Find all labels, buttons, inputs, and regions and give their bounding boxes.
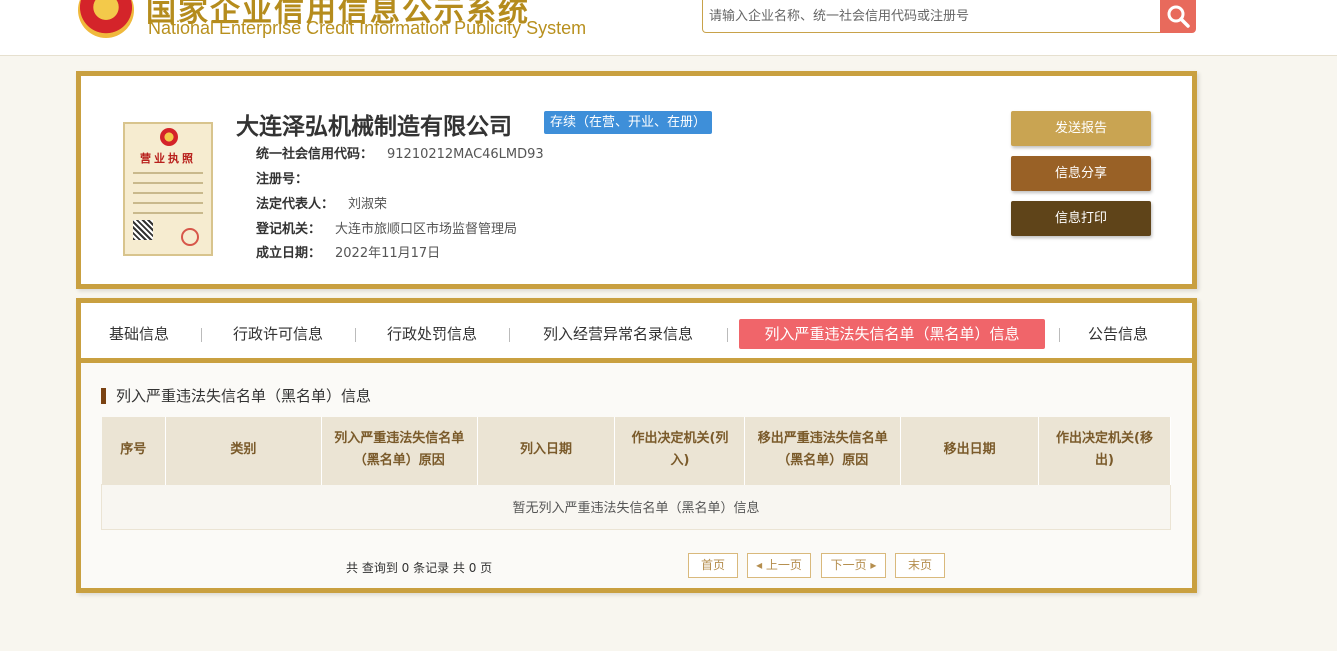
tab-bar: 基础信息 行政许可信息 行政处罚信息 列入经营异常名录信息 列入严重违法失信名单… [81, 303, 1192, 363]
tab-separator [727, 328, 728, 342]
seal-icon [181, 228, 199, 246]
pager-summary: 共 查询到 0 条记录 共 0 页 [346, 561, 493, 575]
license-title: 营业执照 [140, 152, 196, 165]
tab-separator [201, 328, 202, 342]
business-license-image[interactable]: 营业执照 [123, 122, 213, 256]
info-row-credit-code: 统一社会信用代码： 91210212MAC46LMD93 [256, 143, 544, 162]
status-badge: 存续（在营、开业、在册） [544, 111, 713, 134]
info-label: 成立日期： [256, 246, 322, 261]
tab-admin-license[interactable]: 行政许可信息 [229, 319, 327, 349]
prev-page-button[interactable]: ◂ 上一页 [747, 553, 811, 578]
section-title: 列入严重违法失信名单（黑名单）信息 [101, 388, 371, 404]
site-header: 国家企业信用信息公示系统 National Enterprise Credit … [0, 0, 1337, 56]
tab-separator [355, 328, 356, 342]
info-label: 统一社会信用代码： [256, 147, 374, 162]
column-header: 类别 [165, 417, 322, 484]
tab-blacklist[interactable]: 列入严重违法失信名单（黑名单）信息 [739, 319, 1045, 349]
column-header: 序号 [101, 417, 166, 484]
qr-code-icon [133, 220, 153, 240]
info-label: 法定代表人： [256, 197, 335, 212]
column-header: 列入严重违法失信名单（黑名单）原因 [321, 417, 478, 484]
tab-separator [509, 328, 510, 342]
detail-card: 基础信息 行政许可信息 行政处罚信息 列入经营异常名录信息 列入严重违法失信名单… [76, 298, 1197, 593]
empty-message: 暂无列入严重违法失信名单（黑名单）信息 [101, 483, 1171, 530]
share-info-button[interactable]: 信息分享 [1011, 156, 1151, 191]
tab-announcements[interactable]: 公告信息 [1085, 319, 1151, 349]
search-button[interactable] [1160, 0, 1196, 33]
info-row-reg-number: 注册号： [256, 168, 322, 187]
search-input[interactable] [709, 4, 1157, 28]
table-row: 暂无列入严重违法失信名单（黑名单）信息 [101, 483, 1171, 530]
blacklist-table: 序号 类别 列入严重违法失信名单（黑名单）原因 列入日期 作出决定机关(列入) … [101, 417, 1171, 530]
info-row-authority: 登记机关： 大连市旅顺口区市场监督管理局 [256, 218, 517, 237]
print-info-button[interactable]: 信息打印 [1011, 201, 1151, 236]
license-text-lines [133, 172, 203, 222]
info-label: 注册号： [256, 172, 309, 187]
national-emblem-icon [78, 0, 134, 38]
column-header: 作出决定机关(列入) [614, 417, 746, 484]
table-header-row: 序号 类别 列入严重违法失信名单（黑名单）原因 列入日期 作出决定机关(列入) … [101, 417, 1171, 484]
info-row-legal-rep: 法定代表人： 刘淑荣 [256, 193, 387, 212]
search-icon [1167, 5, 1190, 28]
site-subtitle: National Enterprise Credit Information P… [148, 18, 587, 38]
company-name: 大连泽弘机械制造有限公司 [236, 114, 512, 140]
info-label: 登记机关： [256, 222, 322, 237]
info-row-established: 成立日期： 2022年11月17日 [256, 242, 440, 261]
info-value: 91210212MAC46LMD93 [387, 147, 544, 162]
search-box [702, 0, 1162, 33]
info-value: 刘淑荣 [348, 197, 388, 212]
info-value: 2022年11月17日 [335, 246, 441, 261]
column-header: 移出日期 [900, 417, 1040, 484]
column-header: 列入日期 [477, 417, 616, 484]
tab-admin-penalty[interactable]: 行政处罚信息 [383, 319, 481, 349]
tab-separator [1059, 328, 1060, 342]
info-value: 大连市旅顺口区市场监督管理局 [335, 222, 518, 237]
send-report-button[interactable]: 发送报告 [1011, 111, 1151, 146]
column-header: 移出严重违法失信名单（黑名单）原因 [744, 417, 902, 484]
next-page-button[interactable]: 下一页 ▸ [821, 553, 886, 578]
tab-basic-info[interactable]: 基础信息 [107, 319, 171, 349]
tab-abnormal-list[interactable]: 列入经营异常名录信息 [537, 319, 699, 349]
last-page-button[interactable]: 末页 [895, 553, 945, 578]
company-card: 营业执照 大连泽弘机械制造有限公司 存续（在营、开业、在册） 统一社会信用代码：… [76, 71, 1197, 289]
column-header: 作出决定机关(移出) [1038, 417, 1171, 484]
first-page-button[interactable]: 首页 [688, 553, 738, 578]
license-emblem-icon [160, 128, 178, 146]
